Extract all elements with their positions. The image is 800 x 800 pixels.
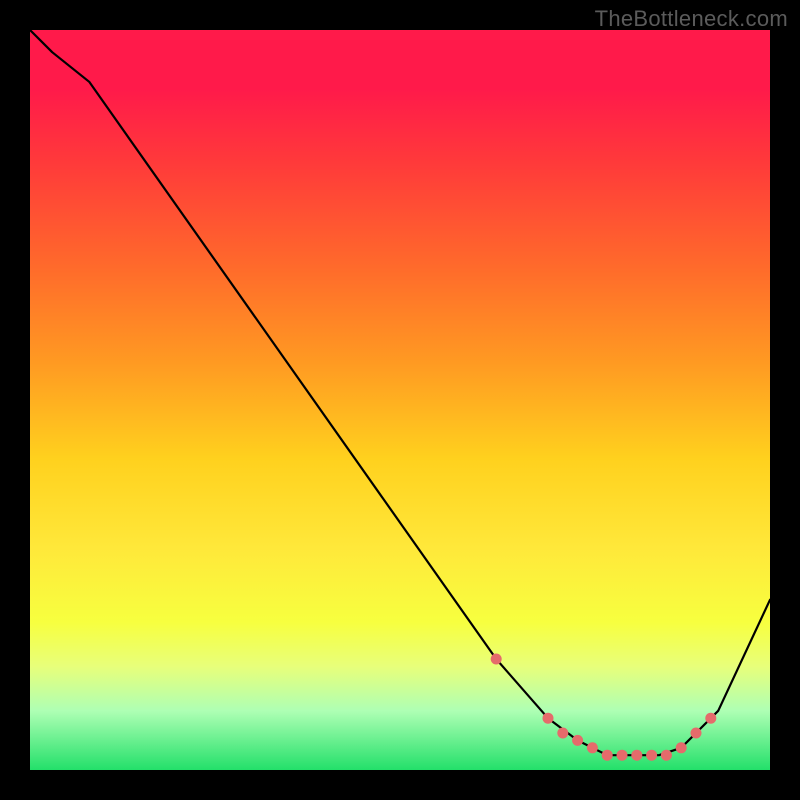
- plot-area: [30, 30, 770, 770]
- watermark-text: TheBottleneck.com: [595, 6, 788, 32]
- marker-dot: [557, 728, 568, 739]
- marker-dot: [491, 654, 502, 665]
- marker-dot: [691, 728, 702, 739]
- marker-dot: [631, 750, 642, 761]
- curve-path-group: [30, 30, 770, 755]
- curve-path: [30, 30, 770, 755]
- marker-dot: [602, 750, 613, 761]
- marker-dot: [587, 742, 598, 753]
- marker-dot: [543, 713, 554, 724]
- chart-svg: [30, 30, 770, 770]
- marker-dot: [676, 742, 687, 753]
- marker-dot: [617, 750, 628, 761]
- chart-frame: TheBottleneck.com: [0, 0, 800, 800]
- marker-dot: [572, 735, 583, 746]
- marker-dot: [646, 750, 657, 761]
- marker-dot: [661, 750, 672, 761]
- marker-dot: [705, 713, 716, 724]
- markers-group: [491, 654, 717, 761]
